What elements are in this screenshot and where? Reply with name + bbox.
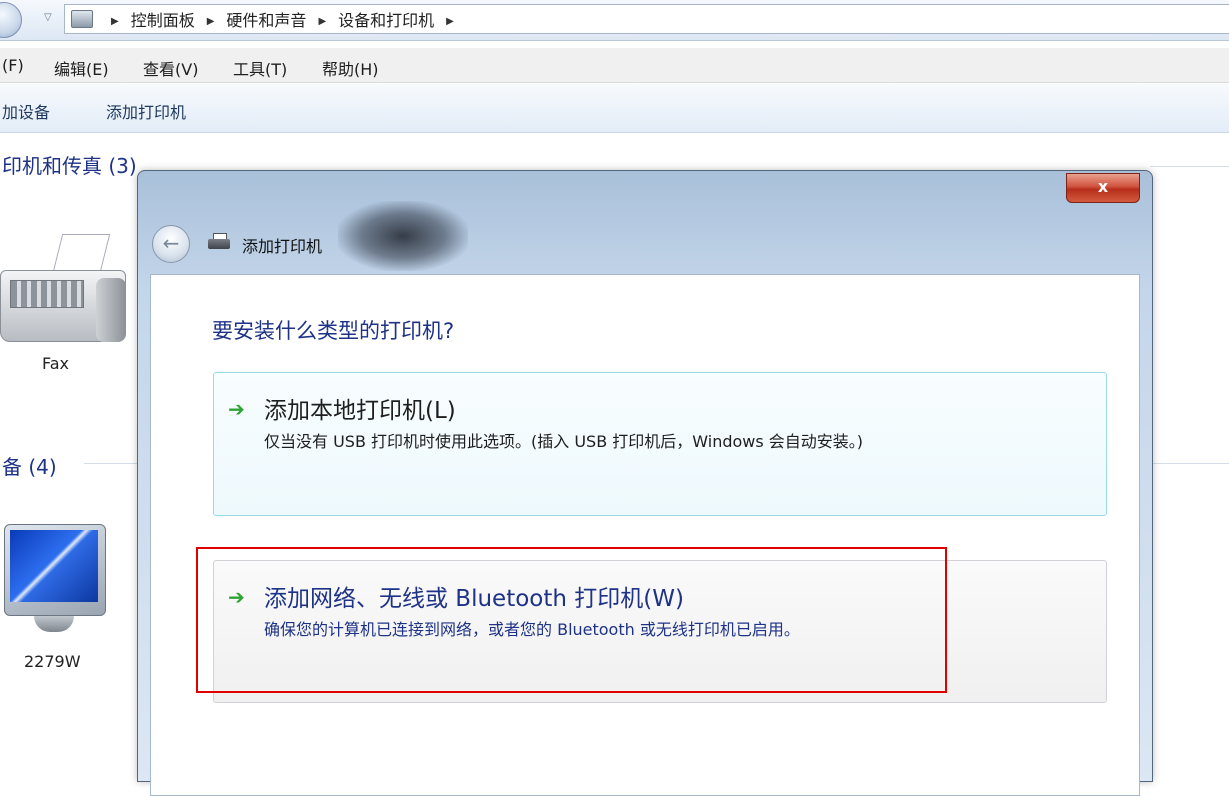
- control-panel-icon: [71, 10, 93, 28]
- command-bar: 加设备 添加打印机: [0, 84, 1229, 133]
- add-device-button[interactable]: 加设备: [2, 99, 50, 123]
- page-title: 要安装什么类型的打印机?: [212, 319, 455, 343]
- highlight-annotation-box: [196, 547, 947, 693]
- chevron-right-icon: ▶: [111, 16, 119, 27]
- monitor-icon[interactable]: [0, 524, 120, 644]
- group-header-printers: 印机和传真 (3): [2, 154, 137, 178]
- breadcrumb-devices-printers[interactable]: 设备和打印机: [338, 11, 434, 30]
- back-icon: ←: [162, 231, 180, 255]
- breadcrumb[interactable]: ▶ 控制面板 ▶ 硬件和声音 ▶ 设备和打印机 ▶: [64, 4, 1229, 34]
- chevron-right-icon: ▶: [206, 16, 215, 27]
- chevron-right-icon: ▶: [318, 16, 327, 27]
- close-icon: x: [1097, 177, 1109, 196]
- option-title: 添加本地打印机(L): [264, 398, 456, 424]
- chevron-right-icon: ▶: [446, 16, 454, 27]
- group-divider: [1150, 463, 1229, 464]
- menu-tools[interactable]: 工具(T): [233, 56, 287, 80]
- group-divider: [1150, 166, 1229, 167]
- breadcrumb-control-panel[interactable]: 控制面板: [131, 11, 195, 30]
- nav-back-icon[interactable]: [0, 2, 22, 38]
- menu-help[interactable]: 帮助(H): [322, 56, 379, 80]
- device-label-fax[interactable]: Fax: [42, 354, 69, 373]
- dialog-content: 要安装什么类型的打印机? ➔ 添加本地打印机(L) 仅当没有 USB 打印机时使…: [150, 274, 1140, 796]
- add-printer-button[interactable]: 添加打印机: [106, 99, 186, 123]
- breadcrumb-hardware-sound[interactable]: 硬件和声音: [226, 11, 306, 30]
- title-bar-shadow: [338, 201, 468, 271]
- address-bar: ▽ ▶ 控制面板 ▶ 硬件和声音 ▶ 设备和打印机 ▶: [0, 0, 1229, 41]
- close-button[interactable]: x: [1066, 173, 1140, 203]
- back-button[interactable]: ←: [152, 225, 190, 263]
- menu-bar: (F) 编辑(E) 查看(V) 工具(T) 帮助(H): [0, 48, 1229, 83]
- group-divider: [84, 463, 138, 464]
- add-local-printer-option[interactable]: ➔ 添加本地打印机(L) 仅当没有 USB 打印机时使用此选项。(插入 USB …: [213, 372, 1107, 516]
- option-description: 仅当没有 USB 打印机时使用此选项。(插入 USB 打印机后，Windows …: [264, 432, 864, 451]
- dialog-title: 添加打印机: [242, 237, 323, 256]
- menu-file[interactable]: (F): [2, 56, 24, 75]
- menu-edit[interactable]: 编辑(E): [54, 56, 109, 80]
- menu-view[interactable]: 查看(V): [143, 56, 198, 80]
- arrow-right-icon: ➔: [228, 397, 245, 421]
- printer-icon: [208, 233, 230, 251]
- device-label-monitor[interactable]: 2279W: [24, 652, 81, 671]
- chevron-down-icon[interactable]: ▽: [44, 12, 52, 23]
- fax-icon[interactable]: [0, 228, 130, 348]
- group-header-devices: 备 (4): [2, 455, 57, 479]
